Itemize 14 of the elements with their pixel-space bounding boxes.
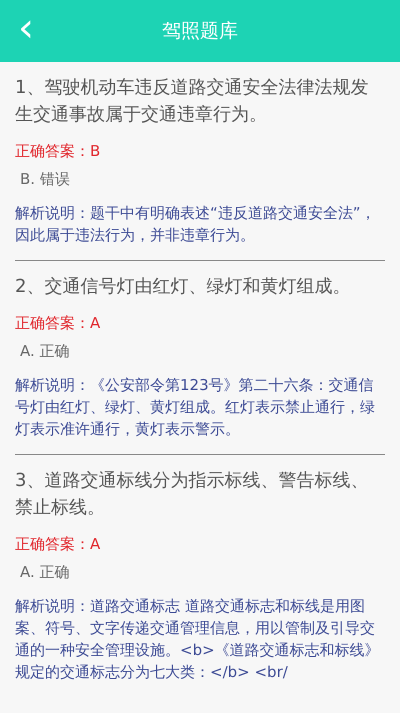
correct-answer: 正确答案：A — [15, 534, 102, 555]
explanation-text: 解析说明：道路交通标志 道路交通标志和标线是用图案、符号、文字传递交通管理信息，用以管制及引导交通的一种安全管理设施。<b>《道路交通标志和标线》规定的交通标志分为七大类：</b> <br/ — [15, 596, 381, 683]
explanation-text: 解析说明：题干中有明确表述“违反道路交通安全法”，因此属于违法行为，并非违章行为。 — [15, 203, 377, 246]
question-text: 1、驾驶机动车违反道路交通安全法律法规发生交通事故属于交通违章行为。 — [15, 76, 370, 127]
correct-answer: 正确答案：B — [15, 141, 102, 162]
answer-option: B. 错误 — [20, 168, 385, 190]
page-title: 驾照题库 — [162, 19, 238, 44]
question-text: 3、道路交通标线分为指示标线、警告标线、禁止标线。 — [15, 469, 370, 520]
explanation-text: 解析说明：《公安部令第123号》第二十六条：交通信号灯由红灯、绿灯、黄灯组成。红灯表示禁止通行，绿灯表示准许通行，黄灯表示警示。 — [15, 375, 376, 440]
question-text: 2、交通信号灯由红灯、绿灯和黄灯组成。 — [15, 275, 352, 299]
back-button[interactable]: ‹ — [18, 8, 34, 48]
correct-answer: 正确答案：A — [15, 313, 102, 334]
answer-option: A. 正确 — [20, 561, 385, 583]
answer-option: A. 正确 — [20, 340, 385, 362]
